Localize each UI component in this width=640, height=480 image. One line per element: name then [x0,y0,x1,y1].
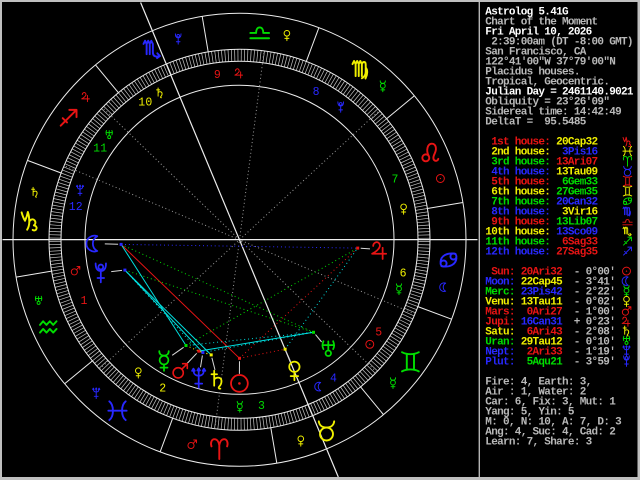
svg-text:5: 5 [375,327,382,340]
svg-text:12: 12 [69,201,83,214]
svg-text:Plut:: Plut: [485,357,515,369]
svg-text:3: 3 [258,400,265,413]
svg-text:27Sag35: 27Sag35 [556,247,598,259]
svg-text:10: 10 [138,97,152,110]
svg-text:4: 4 [330,372,337,385]
svg-text:Learn: 7, Share: 3: Learn: 7, Share: 3 [485,437,592,449]
svg-text:6: 6 [400,268,407,281]
svg-text:- 3°59': - 3°59' [574,357,615,369]
svg-text:7: 7 [391,174,398,187]
svg-text:12th house:: 12th house: [485,247,550,259]
svg-text:5Aqu21: 5Aqu21 [521,357,563,369]
svg-text:DeltaT = 95.5485: DeltaT = 95.5485 [485,117,586,129]
svg-text:2: 2 [159,383,166,396]
svg-text:8: 8 [313,86,320,99]
svg-text:1: 1 [80,295,87,308]
svg-text:9: 9 [214,69,221,82]
svg-text:11: 11 [93,142,107,155]
